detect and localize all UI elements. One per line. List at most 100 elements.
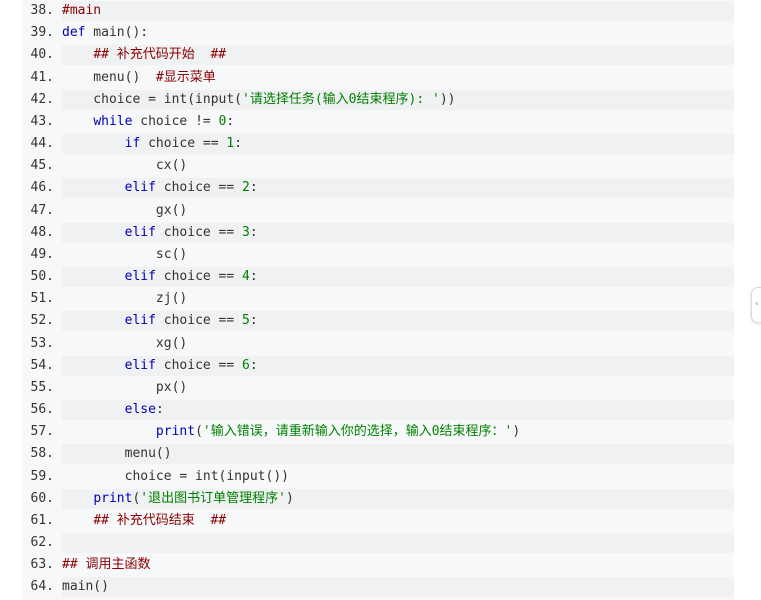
code-token: choice = int(input()) <box>62 468 289 484</box>
line-content: xg() <box>62 333 734 354</box>
code-line: 47. gx() <box>22 200 734 222</box>
code-token: 6 <box>242 357 250 373</box>
code-token: elif <box>124 224 156 240</box>
line-content: main() <box>62 577 734 598</box>
code-line: 59. choice = int(input()) <box>22 466 734 488</box>
code-token: : <box>249 313 258 329</box>
code-token: menu() <box>62 69 156 85</box>
line-content: print('输入错误，请重新输入你的选择，输入0结束程序：') <box>62 422 734 443</box>
code-token: else <box>124 402 156 418</box>
line-content: ## 补充代码开始 ## <box>62 45 734 66</box>
code-line: 49. sc() <box>22 244 734 266</box>
line-content <box>62 533 734 554</box>
line-content: else: <box>62 400 734 421</box>
code-line: 44. if choice == 1: <box>22 133 734 155</box>
code-token: : <box>155 402 164 418</box>
code-line: 46. elif choice == 2: <box>22 177 734 199</box>
code-token: : <box>249 224 258 240</box>
line-content: choice = int(input('请选择任务(输入0结束程序): ')) <box>62 89 734 110</box>
chevron-left-icon: ‹ <box>755 299 759 309</box>
line-content: menu() <box>62 444 734 465</box>
code-token: : <box>249 269 258 285</box>
code-token: )) <box>439 91 456 107</box>
line-number: 38. <box>30 3 54 18</box>
code-token: cx() <box>62 158 188 174</box>
code-token: ## 补充代码结束 ## <box>93 512 227 528</box>
line-content: zj() <box>62 289 734 310</box>
line-number: 52. <box>30 313 54 329</box>
code-token: main(): <box>85 25 149 41</box>
code-token: print <box>93 490 133 506</box>
code-token: : <box>234 136 243 152</box>
code-token: xg() <box>62 335 188 351</box>
code-token: ) <box>285 490 294 506</box>
line-number: 46. <box>30 180 54 196</box>
code-token: ) <box>512 424 521 440</box>
code-line: 48. elif choice == 3: <box>22 222 734 244</box>
line-number: 61. <box>30 512 54 528</box>
code-token: choice == <box>155 357 243 373</box>
code-token: choice == <box>155 269 243 285</box>
code-token: zj() <box>62 291 188 307</box>
code-token: sc() <box>62 246 188 262</box>
line-content: #main <box>62 1 734 21</box>
line-number: 62. <box>30 535 54 551</box>
code-token: '请选择任务(输入0结束程序): ' <box>242 91 440 107</box>
page-viewport: 38. #main 39. def main(): 40. ## 补充代码开始 ## 41… <box>0 0 761 600</box>
line-number: 53. <box>30 335 54 351</box>
side-panel-toggle[interactable]: ‹ <box>751 287 761 323</box>
code-line: 62. <box>22 532 734 554</box>
line-number: 64. <box>30 579 54 595</box>
code-line: 63. ## 调用主函数 <box>22 554 734 576</box>
code-line: 58. menu() <box>22 443 734 465</box>
code-line: 53. xg() <box>22 333 734 355</box>
line-number: 56. <box>30 402 54 418</box>
line-content: gx() <box>62 200 734 221</box>
line-number: 45. <box>30 158 54 174</box>
code-line: 55. px() <box>22 377 734 399</box>
code-line: 43. while choice != 0: <box>22 111 734 133</box>
code-line: 52. elif choice == 5: <box>22 310 734 332</box>
code-token: '退出图书订单管理程序' <box>140 490 286 506</box>
line-number: 55. <box>30 379 54 395</box>
line-number: 60. <box>30 490 54 506</box>
code-token: def <box>62 25 86 41</box>
line-number: 40. <box>30 47 54 63</box>
code-line: 45. cx() <box>22 155 734 177</box>
code-line: 57. print('输入错误，请重新输入你的选择，输入0结束程序：') <box>22 421 734 443</box>
code-token: '输入错误，请重新输入你的选择，输入0结束程序：' <box>202 424 513 440</box>
code-token: : <box>249 180 258 196</box>
line-number: 44. <box>30 136 54 152</box>
line-content: elif choice == 5: <box>62 311 734 332</box>
line-content: def main(): <box>62 23 734 44</box>
line-content: while choice != 0: <box>62 111 734 132</box>
code-token: choice == <box>155 313 243 329</box>
code-line: 39. def main(): <box>22 22 734 44</box>
code-token: ( <box>195 424 203 440</box>
code-token: #显示菜单 <box>155 69 216 85</box>
line-content: elif choice == 2: <box>62 178 734 199</box>
line-content: elif choice == 4: <box>62 267 734 288</box>
line-number: 42. <box>30 91 54 107</box>
line-number: 41. <box>30 69 54 85</box>
code-line: 40. ## 补充代码开始 ## <box>22 44 734 66</box>
line-number: 54. <box>30 357 54 373</box>
line-content: if choice == 1: <box>62 134 734 155</box>
code-line: 42. choice = int(input('请选择任务(输入0结束程序): … <box>22 89 734 111</box>
line-content: ## 调用主函数 <box>62 555 734 576</box>
code-line: 60. print('退出图书订单管理程序') <box>22 488 734 510</box>
code-token: main() <box>62 579 109 595</box>
code-token: elif <box>124 357 156 373</box>
line-content: ## 补充代码结束 ## <box>62 510 734 531</box>
line-content: elif choice == 3: <box>62 222 734 243</box>
code-token: 5 <box>242 313 250 329</box>
code-token: menu() <box>62 446 172 462</box>
line-content: px() <box>62 377 734 398</box>
code-token: 4 <box>242 269 250 285</box>
code-token: #main <box>62 3 102 18</box>
